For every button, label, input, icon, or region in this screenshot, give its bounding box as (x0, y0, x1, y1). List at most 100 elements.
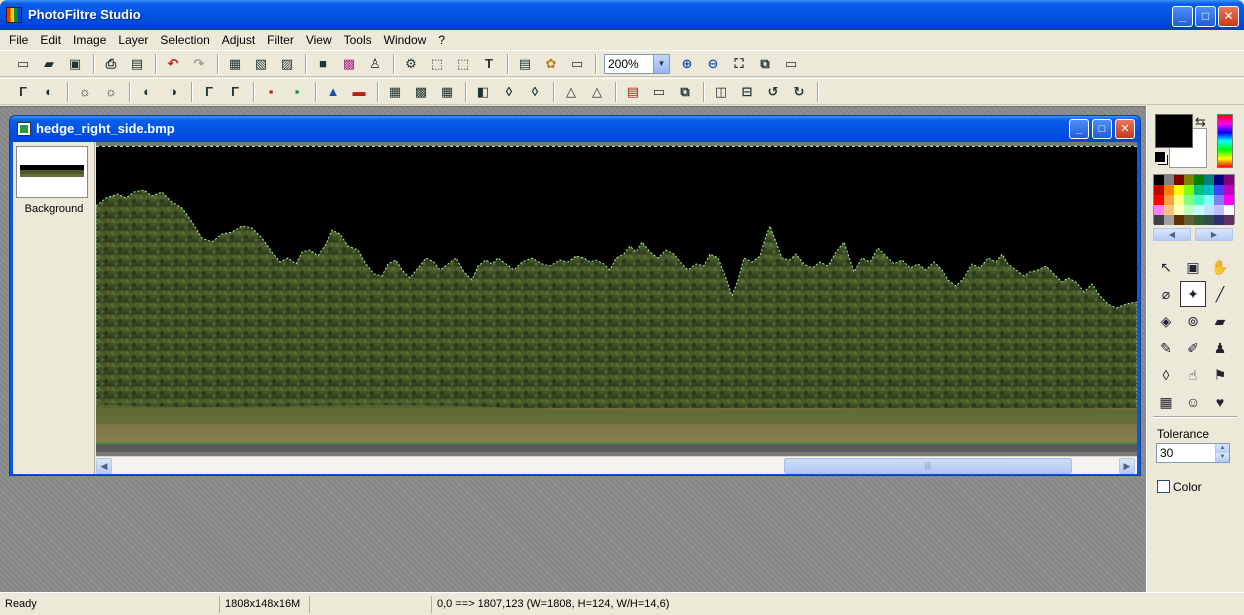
zoom-in-icon[interactable]: ⊕ (676, 53, 698, 75)
swap-colors-icon[interactable]: ⇆ (1195, 114, 1206, 130)
save-disk-icon[interactable]: ▣ (64, 53, 86, 75)
automation-icon[interactable]: ⚙ (400, 53, 422, 75)
zoom-select[interactable]: 200% ▼ (604, 53, 670, 74)
eyedropper-icon[interactable]: ⌀ (1153, 281, 1179, 307)
palette-swatch[interactable] (1154, 215, 1164, 225)
advanced-brush-icon[interactable]: ✐ (1180, 335, 1206, 361)
redo-icon[interactable]: ↷ (188, 53, 210, 75)
scroll-right-button[interactable]: ▶ (1119, 458, 1135, 474)
strawberry-icon[interactable]: ♥ (1207, 389, 1233, 415)
rotate-left-icon[interactable]: ↺ (762, 81, 784, 103)
menu-adjust[interactable]: Adjust (216, 31, 261, 49)
gray-square-icon[interactable]: ■ (312, 53, 334, 75)
layer-thumbnail[interactable] (16, 146, 88, 198)
actual-size-icon[interactable]: ⧉ (754, 53, 776, 75)
new-file-icon[interactable]: ▭ (12, 53, 34, 75)
palette-swatch[interactable] (1224, 205, 1234, 215)
hue-icon[interactable]: ▲ (322, 81, 344, 103)
app-logo-icon[interactable] (6, 7, 22, 23)
palette-swatch[interactable] (1204, 175, 1214, 185)
reset-colors-icon[interactable] (1155, 152, 1165, 162)
palette-swatch[interactable] (1174, 175, 1184, 185)
copy-image-icon[interactable]: ▨ (276, 53, 298, 75)
finger-icon[interactable]: ☝ (1180, 362, 1206, 388)
paint-bucket-icon[interactable]: ◈ (1153, 308, 1179, 334)
chevron-down-icon[interactable]: ▼ (653, 54, 669, 73)
menu-edit[interactable]: Edit (34, 31, 67, 49)
selection-window-icon[interactable]: ▣ (1180, 254, 1206, 280)
text-tool-icon[interactable]: T (478, 53, 500, 75)
menu-view[interactable]: View (300, 31, 338, 49)
foreground-color-swatch[interactable] (1155, 114, 1193, 148)
paste-as-image-icon[interactable]: ▦ (224, 53, 246, 75)
palette-swatch[interactable] (1164, 175, 1174, 185)
saturation-plus-icon[interactable]: ▪ (286, 81, 308, 103)
pattern-c-icon[interactable]: ▦ (436, 81, 458, 103)
transform-icon[interactable]: ⧉ (674, 81, 696, 103)
palette-swatch[interactable] (1184, 215, 1194, 225)
doc-maximize-button[interactable]: □ (1092, 119, 1112, 139)
pattern-b-icon[interactable]: ▩ (410, 81, 432, 103)
menu-selection[interactable]: Selection (154, 31, 215, 49)
tolerance-down-button[interactable]: ▼ (1215, 453, 1229, 462)
palette-swatch[interactable] (1194, 175, 1204, 185)
scroll-left-button[interactable]: ◀ (96, 458, 112, 474)
undo-icon[interactable]: ↶ (162, 53, 184, 75)
stamp-icon[interactable]: ♟ (1207, 335, 1233, 361)
palette-swatch[interactable] (1154, 175, 1164, 185)
blur-icon[interactable]: ◧ (472, 81, 494, 103)
flip-horizontal-icon[interactable]: ◫ (710, 81, 732, 103)
plugin-icon[interactable]: ✿ (540, 53, 562, 75)
palette-swatch[interactable] (1184, 175, 1194, 185)
palette-swatch[interactable] (1184, 205, 1194, 215)
palette-swatch[interactable] (1184, 185, 1194, 195)
magic-wand-icon[interactable]: ✦ (1180, 281, 1206, 307)
line-icon[interactable]: ╱ (1207, 281, 1233, 307)
palette-swatch[interactable] (1194, 195, 1204, 205)
menu-window[interactable]: Window (378, 31, 433, 49)
brush-icon[interactable]: ✎ (1153, 335, 1179, 361)
rotate-right-icon[interactable]: ↻ (788, 81, 810, 103)
color-checkbox[interactable] (1157, 480, 1170, 493)
levels-icon[interactable]: ▬ (348, 81, 370, 103)
saturation-minus-icon[interactable]: ▪ (260, 81, 282, 103)
palette-swatch[interactable] (1184, 195, 1194, 205)
palette-swatch[interactable] (1224, 185, 1234, 195)
palette-swatch[interactable] (1164, 215, 1174, 225)
explorer-icon[interactable]: ▤ (514, 53, 536, 75)
drop-blur-icon[interactable]: ◊ (1153, 362, 1179, 388)
paste-icon[interactable]: ▧ (250, 53, 272, 75)
palette-swatch[interactable] (1204, 215, 1214, 225)
close-button[interactable]: ✕ (1218, 6, 1239, 27)
palette-swatch[interactable] (1224, 215, 1234, 225)
palette-swatch[interactable] (1194, 215, 1204, 225)
pointer-icon[interactable]: ↖ (1153, 254, 1179, 280)
auto-levels-icon[interactable]: Γ (12, 81, 34, 103)
menu-layer[interactable]: Layer (112, 31, 154, 49)
flip-vertical-icon[interactable]: ⊟ (736, 81, 758, 103)
palette-swatch[interactable] (1214, 195, 1224, 205)
contrast-plus-icon[interactable]: ◑ (162, 81, 184, 103)
palette-swatch[interactable] (1174, 215, 1184, 225)
palette-swatch[interactable] (1154, 185, 1164, 195)
menu-tools[interactable]: Tools (338, 31, 378, 49)
print-icon[interactable]: ⎙ (100, 53, 122, 75)
palette-swatch[interactable] (1214, 205, 1224, 215)
palette-swatch[interactable] (1194, 205, 1204, 215)
marquee-icon[interactable]: ⬚ (452, 53, 474, 75)
palette-swatch[interactable] (1214, 175, 1224, 185)
monitor-icon[interactable]: ▭ (648, 81, 670, 103)
palette-swatch[interactable] (1214, 185, 1224, 195)
palette-swatch[interactable] (1164, 195, 1174, 205)
sharpen-b-icon[interactable]: △ (586, 81, 608, 103)
palette-swatch[interactable] (1214, 215, 1224, 225)
doc-close-button[interactable]: ✕ (1115, 119, 1135, 139)
gamma-plus-icon[interactable]: Γ (224, 81, 246, 103)
tolerance-input[interactable]: 30 ▲ ▼ (1156, 443, 1230, 463)
gamma-minus-icon[interactable]: Γ (198, 81, 220, 103)
minimize-button[interactable]: _ (1172, 6, 1193, 27)
pattern-a-icon[interactable]: ▦ (384, 81, 406, 103)
palette-swatch[interactable] (1174, 195, 1184, 205)
palette-prev-button[interactable]: ◀ (1153, 228, 1191, 241)
brightness-minus-icon[interactable]: ☼ (74, 81, 96, 103)
